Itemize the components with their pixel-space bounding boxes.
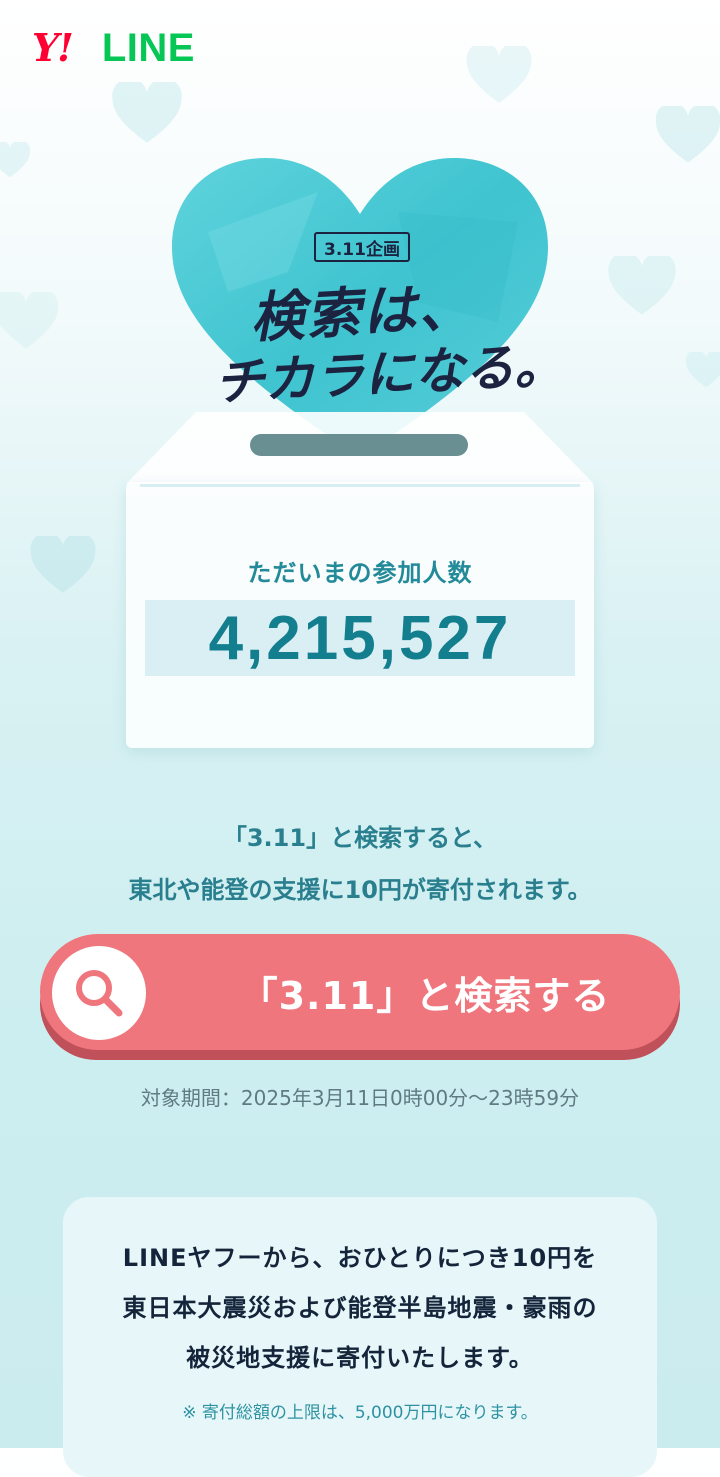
description-line2: 東北や能登の支援に10円が寄付されます。 xyxy=(128,876,592,904)
search-button-label[interactable]: 「3.11」と検索する xyxy=(190,934,660,1050)
search-icon xyxy=(76,970,123,1017)
participant-count-value: 4,215,527 xyxy=(208,603,512,673)
donation-cap-note: ※ 寄付総額の上限は、5,000万円になります。 xyxy=(182,1403,538,1423)
info-line1: LINEヤフーから、おひとりにつき10円を xyxy=(122,1244,598,1272)
description-line1: 「3.11」と検索すると、 xyxy=(222,824,498,852)
info-line3: 被災地支援に寄付いたします。 xyxy=(186,1344,534,1372)
participant-count-label: ただいまの参加人数 xyxy=(247,559,473,587)
info-line2: 東日本大震災および能登半島地震・豪雨の xyxy=(122,1294,598,1322)
divider xyxy=(140,484,580,487)
campaign-badge: 3.11企画 xyxy=(314,232,410,262)
participant-count-box: 4,215,527 xyxy=(145,600,575,676)
donation-slot xyxy=(250,434,468,456)
search-icon-circle xyxy=(52,946,146,1040)
search-311-button[interactable]: 「3.11」と検索する xyxy=(40,934,680,1060)
campaign-badge-label: 3.11企画 xyxy=(324,239,400,260)
campaign-period: 対象期間：2025年3月11日0時00分〜23時59分 xyxy=(140,1086,580,1110)
